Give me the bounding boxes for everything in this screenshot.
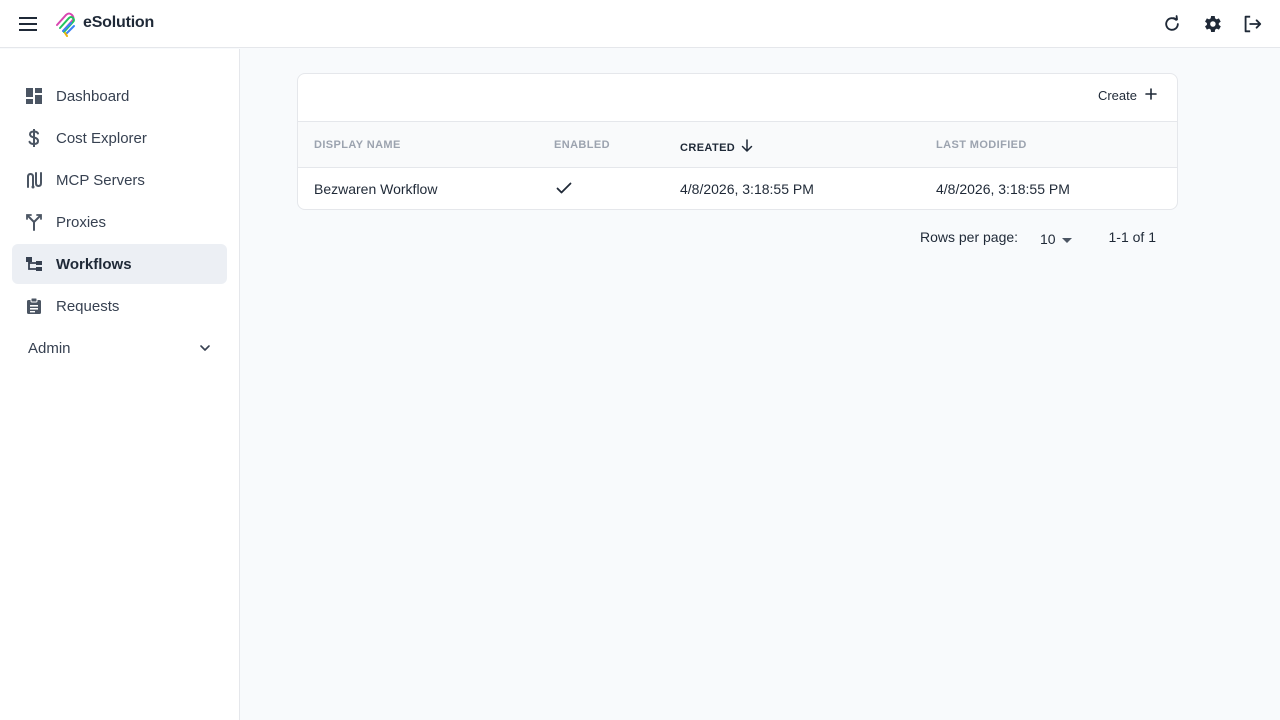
rows-per-page-select[interactable]: 10 — [1040, 226, 1076, 248]
top-app-bar: eSolution — [0, 0, 1280, 48]
sidebar-group-admin[interactable]: Admin — [12, 328, 227, 368]
sidebar-item-label: Dashboard — [56, 87, 130, 105]
gear-icon[interactable] — [1200, 12, 1224, 36]
table-header: DISPLAY NAME ENABLED CREATED LAST MODIFI… — [298, 122, 1177, 168]
sidebar-group-label: Admin — [28, 339, 71, 357]
sidebar-item-label: Requests — [56, 297, 120, 315]
hamburger-menu-icon[interactable] — [16, 12, 40, 36]
sidebar-item-dashboard[interactable]: Dashboard — [12, 76, 227, 116]
column-header-display-name[interactable]: DISPLAY NAME — [314, 139, 401, 151]
table-toolbar: Create — [298, 74, 1177, 122]
sidebar-nav: Dashboard Cost Explorer MCP Servers Prox… — [0, 49, 240, 720]
column-header-label: DISPLAY NAME — [314, 139, 401, 151]
mcp-servers-icon — [24, 170, 44, 190]
chevron-down-icon — [199, 339, 211, 357]
top-actions — [1160, 12, 1264, 36]
cell-display-name: Bezwaren Workflow — [314, 181, 438, 197]
caret-down-icon — [1061, 231, 1072, 247]
fork-icon — [24, 212, 44, 232]
cell-last-modified: 4/8/2026, 3:18:55 PM — [936, 181, 1070, 197]
sidebar-item-requests[interactable]: Requests — [12, 286, 227, 326]
dollar-icon — [24, 128, 44, 148]
column-header-label: ENABLED — [554, 139, 610, 151]
sidebar-item-cost-explorer[interactable]: Cost Explorer — [12, 118, 227, 158]
sidebar-item-proxies[interactable]: Proxies — [12, 202, 227, 242]
table-row[interactable]: Bezwaren Workflow 4/8/2026, 3:18:55 PM 4… — [298, 168, 1177, 209]
sort-arrow-down-icon — [741, 139, 753, 156]
column-header-label: CREATED — [680, 141, 736, 154]
sidebar-item-label: MCP Servers — [56, 171, 145, 189]
sidebar-item-label: Cost Explorer — [56, 129, 147, 147]
table-pagination: Rows per page: 10 1-1 of 1 — [297, 226, 1178, 248]
clipboard-icon — [24, 296, 44, 316]
workflow-icon — [24, 254, 44, 274]
app-title: eSolution — [83, 14, 155, 31]
sidebar-item-workflows[interactable]: Workflows — [12, 244, 227, 284]
logout-icon[interactable] — [1240, 12, 1264, 36]
refresh-icon[interactable] — [1160, 12, 1184, 36]
column-header-last-modified[interactable]: LAST MODIFIED — [936, 139, 1027, 151]
column-header-enabled[interactable]: ENABLED — [554, 139, 610, 151]
dashboard-icon — [24, 86, 44, 106]
page-range-text: 1-1 of 1 — [1108, 229, 1156, 245]
column-header-label: LAST MODIFIED — [936, 139, 1027, 151]
sidebar-item-label: Workflows — [56, 255, 132, 273]
sidebar-item-mcp-servers[interactable]: MCP Servers — [12, 160, 227, 200]
rows-per-page-label: Rows per page: — [920, 229, 1019, 245]
column-header-created[interactable]: CREATED — [680, 139, 753, 156]
rows-per-page-value: 10 — [1040, 230, 1056, 247]
create-button[interactable]: Create — [1098, 88, 1157, 103]
cell-created: 4/8/2026, 3:18:55 PM — [680, 181, 814, 197]
checkmark-icon — [556, 181, 572, 198]
workflows-table-card: Create DISPLAY NAME ENABLED CREATED LAST… — [297, 73, 1178, 210]
app-logo-icon — [54, 11, 78, 37]
create-button-label: Create — [1097, 88, 1137, 103]
sidebar-item-label: Proxies — [56, 213, 107, 231]
plus-icon — [1145, 88, 1157, 103]
